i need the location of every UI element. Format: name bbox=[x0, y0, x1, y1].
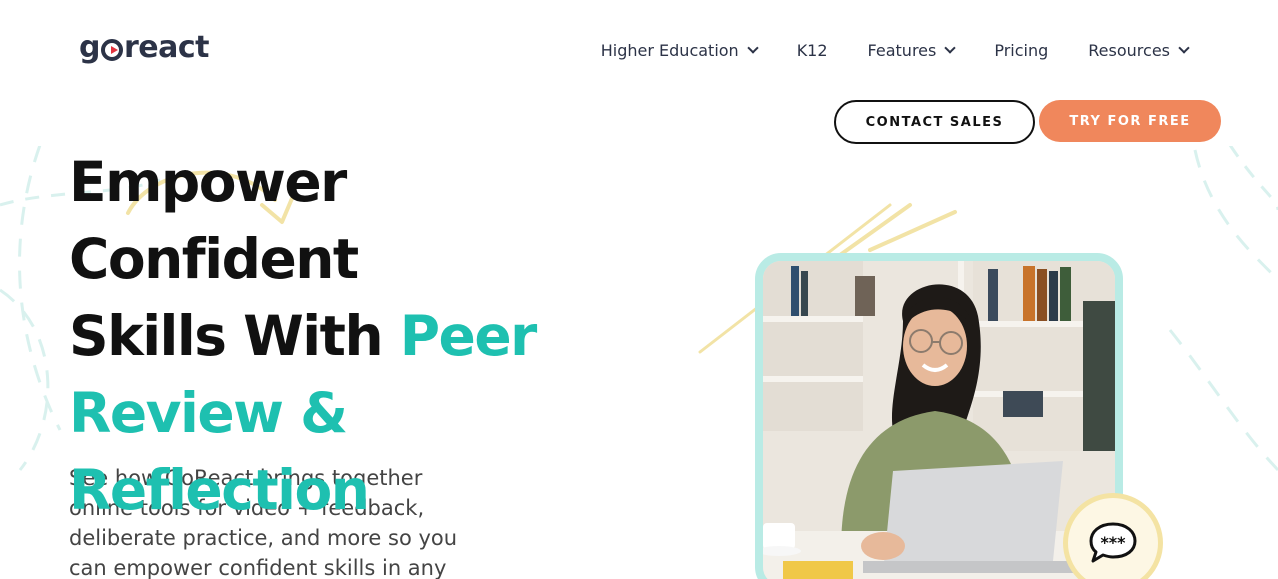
nav-higher-education[interactable]: Higher Education bbox=[600, 38, 759, 62]
hero-title-line-2: Confident bbox=[69, 227, 359, 291]
nav-label: K12 bbox=[796, 40, 828, 60]
hero-title-line-1: Empower bbox=[69, 150, 347, 214]
nav-label: Resources bbox=[1088, 40, 1170, 60]
chat-bubble-badge: *** bbox=[1063, 493, 1163, 579]
nav-label: Higher Education bbox=[600, 40, 739, 60]
chevron-down-icon bbox=[944, 41, 957, 54]
nav-label: Pricing bbox=[994, 40, 1049, 60]
chevron-down-icon bbox=[1178, 41, 1190, 54]
site-header: g react Higher Education K12 Features Pr… bbox=[0, 0, 1278, 146]
contact-sales-button[interactable]: CONTACT SALES bbox=[834, 100, 1035, 144]
nav-pricing[interactable]: Pricing bbox=[994, 38, 1048, 62]
hero-title-accent: Peer bbox=[399, 304, 538, 368]
hero-title-line-5: Reflection bbox=[69, 458, 370, 522]
chat-bubble-icon: *** bbox=[1089, 522, 1137, 563]
hero-title-line-3-plain: Skills With bbox=[69, 304, 400, 368]
nav-features[interactable]: Features bbox=[867, 38, 957, 62]
logo-text-start: g bbox=[79, 30, 100, 65]
goreact-logo[interactable]: g react bbox=[79, 30, 210, 65]
hero-title-line-4: Review & bbox=[69, 381, 348, 445]
hero-title-line-3: Skills With Peer bbox=[69, 298, 538, 375]
play-circle-icon bbox=[100, 38, 123, 61]
nav-k12[interactable]: K12 bbox=[797, 38, 828, 62]
student-with-laptop-illustration bbox=[763, 261, 1115, 579]
try-for-free-button[interactable]: TRY FOR FREE bbox=[1039, 100, 1221, 142]
nav-resources[interactable]: Resources bbox=[1088, 38, 1190, 62]
main-nav: Higher Education K12 Features Pricing Re… bbox=[561, 38, 1190, 62]
logo-text-end: react bbox=[123, 30, 210, 65]
svg-text:***: *** bbox=[1100, 533, 1126, 552]
nav-label: Features bbox=[867, 40, 937, 60]
hero-title: Empower Confident Skills With Peer Revie… bbox=[69, 144, 538, 529]
chevron-down-icon bbox=[747, 41, 759, 54]
